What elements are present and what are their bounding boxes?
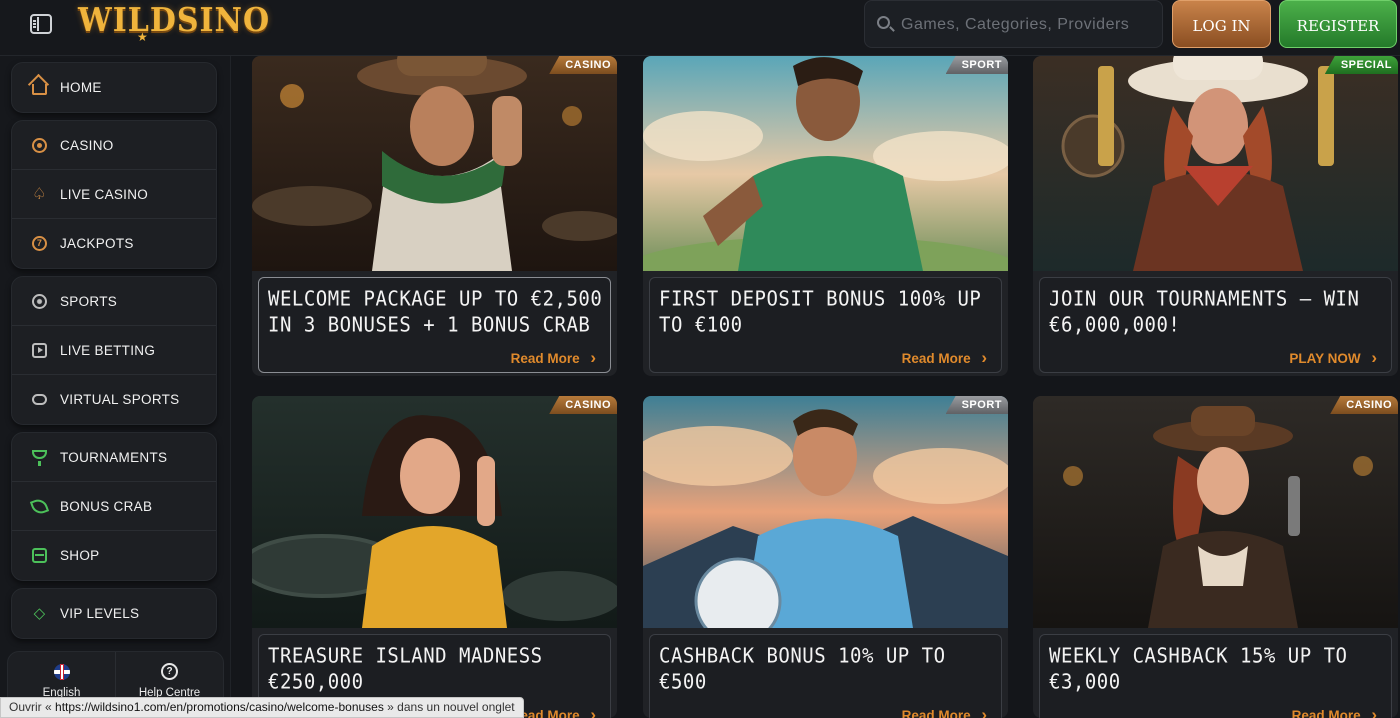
- read-more-link[interactable]: Read More: [902, 705, 987, 718]
- sidebar-item-jackpots[interactable]: 7 JACKPOTS: [12, 219, 216, 268]
- sidebar-item-home[interactable]: HOME: [12, 63, 216, 112]
- status-suffix: » dans un nouvel onglet: [383, 700, 515, 714]
- sidebar-item-label: SHOP: [60, 548, 100, 563]
- top-header: WILDSINO ★ LOG IN REGISTER: [0, 0, 1400, 56]
- sidebar-item-bonus-crab[interactable]: BONUS CRAB: [12, 482, 216, 531]
- status-prefix: Ouvrir «: [9, 700, 56, 714]
- play-now-link[interactable]: PLAY NOW: [1289, 348, 1377, 368]
- promo-title: CASHBACK BONUS 10% UP TO €500: [659, 644, 946, 694]
- casino-chip-icon: [32, 138, 47, 153]
- sidebar-item-label: VIRTUAL SPORTS: [60, 392, 180, 407]
- gamepad-icon: [32, 394, 47, 405]
- spade-icon: ♤: [32, 186, 47, 203]
- promo-card[interactable]: SPECIAL JOIN OUR TOURNAMENTS – WIN €6,00…: [1033, 56, 1398, 376]
- sidebar-group-vip: ◇ VIP LEVELS: [11, 588, 217, 639]
- read-more-link[interactable]: Read More: [511, 348, 596, 368]
- browser-link-status: Ouvrir « https://wildsino1.com/en/promot…: [0, 697, 524, 718]
- promo-title: FIRST DEPOSIT BONUS 100% UP TO €100: [659, 287, 982, 337]
- sidebar-item-vip-levels[interactable]: ◇ VIP LEVELS: [12, 589, 216, 638]
- sidebar-item-live-casino[interactable]: ♤ LIVE CASINO: [12, 170, 216, 219]
- promo-card[interactable]: SPORT FIRST DEPOSIT BONUS 100% UP TO €10…: [643, 56, 1008, 376]
- search-icon: [877, 16, 890, 29]
- promo-card-body: FIRST DEPOSIT BONUS 100% UP TO €100 Read…: [649, 277, 1002, 373]
- category-tag: SPORT: [945, 56, 1008, 74]
- sidebar-group-casino: CASINO ♤ LIVE CASINO 7 JACKPOTS: [11, 120, 217, 269]
- trophy-icon: [32, 450, 47, 466]
- promo-image-woman-roulette: [252, 396, 617, 628]
- login-button[interactable]: LOG IN: [1172, 0, 1271, 48]
- sidebar-item-label: BONUS CRAB: [60, 498, 153, 514]
- sidebar-toggle-icon[interactable]: [30, 14, 52, 34]
- sidebar-group-home: HOME: [11, 62, 217, 113]
- promo-title: WELCOME PACKAGE UP TO €2,500 IN 3 BONUSE…: [268, 287, 603, 337]
- promo-card[interactable]: SPORT CASHBACK BONUS 10% UP TO €500 Read…: [643, 396, 1008, 718]
- sidebar: HOME CASINO ♤ LIVE CASINO 7 JACKPOTS SPO…: [0, 56, 231, 718]
- promo-image-cowboy: [252, 56, 617, 271]
- diamond-icon: ◇: [33, 605, 46, 622]
- promo-image-footballer-blue: [643, 396, 1008, 628]
- sidebar-item-sports[interactable]: SPORTS: [12, 277, 216, 326]
- soccer-ball-icon: [32, 294, 47, 309]
- uk-flag-icon: [54, 664, 70, 680]
- promo-card[interactable]: CASINO WEEKLY CASHBACK 15% UP TO €3,000 …: [1033, 396, 1398, 718]
- sidebar-item-label: LIVE CASINO: [60, 186, 149, 202]
- sidebar-group-sports: SPORTS LIVE BETTING VIRTUAL SPORTS: [11, 276, 217, 425]
- category-tag: CASINO: [549, 56, 617, 74]
- sidebar-item-label: HOME: [60, 80, 102, 95]
- shop-icon: [32, 548, 47, 563]
- category-tag: CASINO: [1330, 396, 1398, 414]
- logo-star-icon: ★: [137, 30, 148, 44]
- search-box[interactable]: [864, 0, 1163, 48]
- promo-card-body: JOIN OUR TOURNAMENTS – WIN €6,000,000! P…: [1039, 277, 1392, 373]
- sidebar-item-shop[interactable]: SHOP: [12, 531, 216, 580]
- home-icon: [32, 84, 47, 95]
- category-tag: SPECIAL: [1324, 56, 1398, 74]
- promo-image-cowgirl-revolvers: [1033, 56, 1398, 271]
- sidebar-item-label: SPORTS: [60, 293, 118, 309]
- promo-image-footballer-green: [643, 56, 1008, 271]
- read-more-link[interactable]: Read More: [1292, 705, 1377, 718]
- category-tag: SPORT: [945, 396, 1008, 414]
- promo-card-body: WELCOME PACKAGE UP TO €2,500 IN 3 BONUSE…: [258, 277, 611, 373]
- read-more-link[interactable]: Read More: [902, 348, 987, 368]
- promo-card-body: WEEKLY CASHBACK 15% UP TO €3,000 Read Mo…: [1039, 634, 1392, 718]
- category-tag: CASINO: [549, 396, 617, 414]
- promo-title: WEEKLY CASHBACK 15% UP TO €3,000: [1049, 644, 1348, 694]
- jackpot-icon: 7: [32, 236, 47, 251]
- promo-title: TREASURE ISLAND MADNESS €250,000: [268, 644, 543, 694]
- promo-image-cowgirl-pistol: [1033, 396, 1398, 628]
- sidebar-item-label: CASINO: [60, 137, 114, 153]
- wildsino-logo[interactable]: WILDSINO: [78, 1, 270, 40]
- search-input[interactable]: [901, 13, 1151, 37]
- sidebar-item-tournaments[interactable]: TOURNAMENTS: [12, 433, 216, 482]
- promo-card-body: CASHBACK BONUS 10% UP TO €500 Read More: [649, 634, 1002, 718]
- sidebar-item-label: JACKPOTS: [60, 236, 134, 251]
- sidebar-item-live-betting[interactable]: LIVE BETTING: [12, 326, 216, 375]
- promo-card[interactable]: CASINO WELCOME PACKAGE UP TO €2,500 IN 3…: [252, 56, 617, 376]
- register-button[interactable]: REGISTER: [1279, 0, 1397, 48]
- crab-icon: [29, 496, 50, 517]
- sidebar-item-virtual-sports[interactable]: VIRTUAL SPORTS: [12, 375, 216, 424]
- sidebar-item-label: VIP LEVELS: [60, 606, 140, 621]
- sidebar-item-casino[interactable]: CASINO: [12, 121, 216, 170]
- promo-title: JOIN OUR TOURNAMENTS – WIN €6,000,000!: [1049, 287, 1360, 337]
- promo-card[interactable]: CASINO TREASURE ISLAND MADNESS €250,000 …: [252, 396, 617, 718]
- sidebar-item-label: TOURNAMENTS: [60, 449, 168, 465]
- help-icon: ?: [161, 663, 178, 680]
- sidebar-item-label: LIVE BETTING: [60, 342, 156, 358]
- sidebar-group-extras: TOURNAMENTS BONUS CRAB SHOP: [11, 432, 217, 581]
- live-play-icon: [32, 343, 47, 358]
- status-url: https://wildsino1.com/en/promotions/casi…: [55, 700, 384, 714]
